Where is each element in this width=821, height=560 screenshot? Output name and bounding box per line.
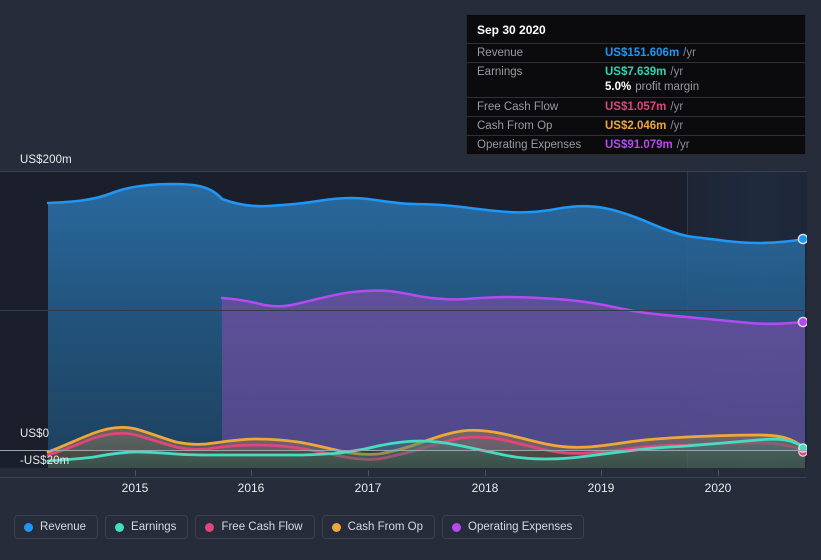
y-axis-label-0: US$0 (20, 428, 50, 440)
endpoint-opex (797, 316, 807, 328)
tooltip-unit-cash-from-op: /yr (670, 120, 684, 132)
chart-plot-area (0, 171, 807, 468)
tooltip-date: Sep 30 2020 (477, 23, 546, 37)
legend-item-earnings[interactable]: Earnings (105, 515, 189, 539)
legend-label-revenue: Revenue (40, 521, 87, 533)
y-axis-label-neg20m: -US$20m (20, 455, 70, 467)
tooltip-unit-earnings: /yr (670, 66, 684, 78)
x-axis-label-2018: 2018 (471, 481, 499, 495)
tooltip-row-profit-margin: 5.0% profit margin (467, 81, 805, 97)
x-axis-label-2017: 2017 (354, 481, 382, 495)
legend-label-earnings: Earnings (131, 521, 177, 533)
tooltip-label-revenue: Revenue (477, 47, 524, 59)
legend-dot-free-cash-flow-icon (205, 522, 215, 532)
endpoint-revenue (797, 233, 807, 245)
x-axis-tick-2019 (601, 470, 602, 476)
tooltip-value-cash-from-op: US$2.046m (605, 120, 667, 132)
x-axis-label-2019: 2019 (587, 481, 615, 495)
legend-dot-revenue-icon (24, 522, 33, 532)
tooltip-row-revenue: Revenue US$151.606m /yr (467, 43, 805, 62)
y-axis-label-200m: US$200m (20, 154, 72, 166)
legend-dot-earnings-icon (115, 522, 125, 532)
x-axis-label-2015: 2015 (121, 481, 149, 495)
tooltip-row-operating-expenses: Operating Expenses US$91.079m /yr (467, 135, 805, 154)
tooltip-value-earnings: US$7.639m (605, 66, 667, 78)
x-axis-label-2020: 2020 (704, 481, 732, 495)
x-axis-tick-2018 (485, 470, 486, 476)
x-axis-tick-2020 (718, 470, 719, 476)
x-axis-tick-2015 (135, 470, 136, 476)
tooltip-value-free-cash-flow: US$1.057m (605, 101, 667, 113)
legend-label-cash-from-op: Cash From Op (347, 521, 424, 533)
tooltip-label-cash-from-op: Cash From Op (477, 120, 553, 132)
legend-label-free-cash-flow: Free Cash Flow (221, 521, 303, 533)
tooltip-text-profit-margin: profit margin (635, 81, 700, 93)
tooltip-unit-revenue: /yr (683, 47, 696, 59)
tooltip-row-earnings: Earnings US$7.639m /yr (467, 62, 805, 81)
gridline-100m (0, 310, 807, 311)
tooltip-value-revenue: US$151.606m (605, 47, 680, 59)
x-axis-tick-2017 (368, 470, 369, 476)
legend-dot-operating-expenses-icon (452, 522, 462, 532)
tooltip-unit-free-cash-flow: /yr (670, 101, 684, 113)
legend-dot-cash-from-op-icon (331, 522, 341, 532)
legend-item-free-cash-flow[interactable]: Free Cash Flow (195, 515, 315, 539)
chart-series-layer (46, 182, 807, 468)
tooltip-value-operating-expenses: US$91.079m (605, 139, 673, 151)
x-axis-label-2016: 2016 (237, 481, 265, 495)
tooltip-row-free-cash-flow: Free Cash Flow US$1.057m /yr (467, 97, 805, 116)
chart-tooltip: Sep 30 2020 Revenue US$151.606m /yr Earn… (466, 14, 806, 155)
tooltip-row-cash-from-op: Cash From Op US$2.046m /yr (467, 116, 805, 135)
financial-chart-page: US$200m US$0 -US$20m 2015 2016 2017 2018… (0, 0, 821, 560)
gridline-neg20m (0, 477, 807, 478)
gridline-200m (0, 171, 807, 172)
axis-zero-line (0, 450, 807, 451)
legend-item-cash-from-op[interactable]: Cash From Op (321, 515, 436, 539)
legend-label-operating-expenses: Operating Expenses (468, 521, 573, 533)
legend-item-operating-expenses[interactable]: Operating Expenses (442, 515, 585, 539)
legend-item-revenue[interactable]: Revenue (14, 515, 99, 539)
tooltip-label-earnings: Earnings (477, 66, 523, 78)
tooltip-label-free-cash-flow: Free Cash Flow (477, 101, 559, 113)
tooltip-label-operating-expenses: Operating Expenses (477, 139, 582, 151)
chart-legend: Revenue Earnings Free Cash Flow Cash Fro… (14, 515, 585, 539)
tooltip-value-profit-margin: 5.0% (605, 81, 632, 93)
x-axis-tick-2016 (251, 470, 252, 476)
tooltip-unit-operating-expenses: /yr (676, 139, 690, 151)
